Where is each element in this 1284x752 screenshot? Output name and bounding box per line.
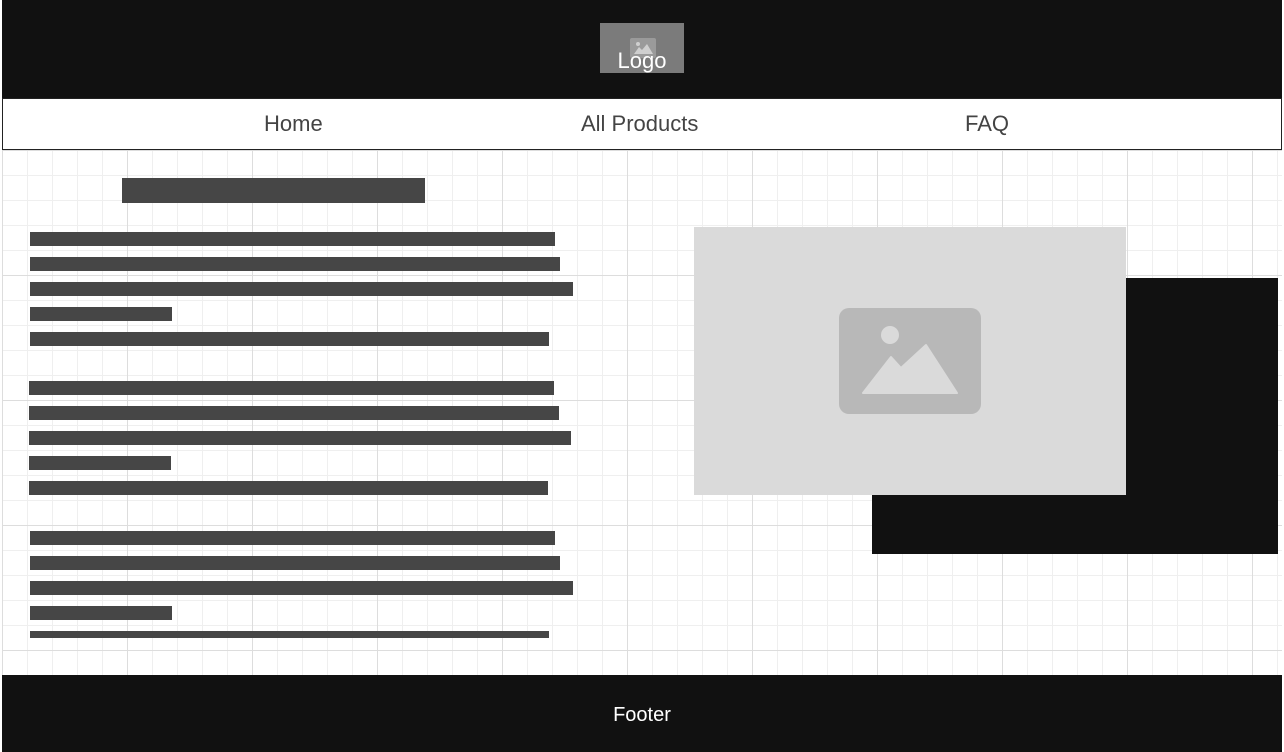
text-line-placeholder [30,282,573,296]
text-line-placeholder [29,431,571,445]
text-line-placeholder [29,406,559,420]
nav-item-all-products[interactable]: All Products [581,111,698,137]
text-line-placeholder [30,332,549,346]
text-line-placeholder [30,531,555,545]
footer-label: Footer [613,704,671,726]
main-nav: Home All Products FAQ [2,98,1282,150]
nav-item-home[interactable]: Home [264,111,323,137]
text-line-placeholder [30,257,560,271]
text-line-placeholder [30,232,555,246]
image-icon [839,308,981,414]
text-line-placeholder [30,581,573,595]
nav-item-faq[interactable]: FAQ [965,111,1009,137]
text-line-placeholder [29,381,554,395]
text-line-placeholder [29,481,548,495]
text-line-placeholder [30,307,172,321]
text-line-placeholder [29,456,171,470]
site-footer: Footer [2,675,1282,752]
image-placeholder [694,227,1126,495]
text-line-placeholder [30,606,172,620]
heading-placeholder [122,178,425,203]
logo-label: Logo [617,48,667,73]
site-header: Logo [2,0,1282,98]
text-line-placeholder [30,631,549,638]
text-line-placeholder [30,556,560,570]
page: Logo Home All Products FAQ Footer [0,0,1284,752]
logo[interactable]: Logo [600,23,684,73]
main-content [2,150,1282,675]
